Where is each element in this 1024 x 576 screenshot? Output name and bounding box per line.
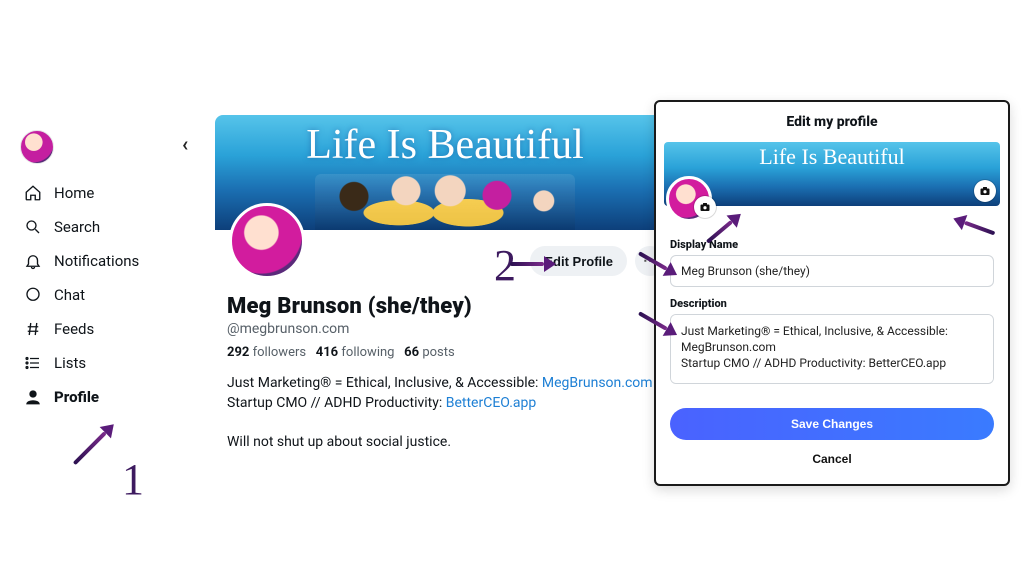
nav-feeds[interactable]: Feeds	[20, 314, 190, 344]
edit-profile-modal: Edit my profile Life Is Beautiful Displa…	[654, 100, 1010, 486]
bell-icon	[24, 252, 42, 270]
followers-count[interactable]: 292	[227, 345, 249, 360]
cancel-button[interactable]: Cancel	[656, 446, 1008, 472]
edit-profile-button[interactable]: Edit Profile	[530, 246, 627, 276]
description-label: Description	[670, 297, 994, 310]
nav-label: Profile	[54, 388, 99, 406]
nav-label: Search	[54, 218, 100, 236]
profile-counts: 292 followers 416 following 66 posts	[227, 345, 663, 360]
modal-title: Edit my profile	[656, 102, 1008, 138]
banner-photo	[315, 174, 575, 230]
list-icon	[24, 354, 42, 372]
bio-link[interactable]: MegBrunson.com	[542, 375, 653, 391]
hash-icon	[24, 320, 42, 338]
bio-link[interactable]: BetterCEO.app	[446, 395, 537, 411]
save-button[interactable]: Save Changes	[670, 408, 994, 440]
nav-label: Lists	[54, 354, 86, 372]
profile-bio: Just Marketing® = Ethical, Inclusive, & …	[227, 374, 663, 452]
search-icon	[24, 218, 42, 236]
camera-icon	[699, 201, 711, 213]
display-name: Meg Brunson (she/they)	[227, 294, 663, 319]
camera-avatar-button[interactable]	[694, 196, 716, 218]
camera-banner-button[interactable]	[974, 180, 996, 202]
back-button[interactable]: ‹	[182, 132, 188, 156]
following-count[interactable]: 416	[316, 345, 338, 360]
handle: @megbrunson.com	[227, 321, 663, 337]
banner-text: Life Is Beautiful	[306, 121, 584, 169]
nav-label: Feeds	[54, 320, 94, 338]
primary-nav: Home Search Notifications Chat Feeds	[20, 178, 190, 412]
annotation-step-1: 1	[122, 454, 144, 505]
home-icon	[24, 184, 42, 202]
nav-notifications[interactable]: Notifications	[20, 246, 190, 276]
nav-chat[interactable]: Chat	[20, 280, 190, 310]
nav-profile[interactable]: Profile	[20, 382, 190, 412]
profile-avatar[interactable]	[229, 203, 305, 279]
nav-label: Home	[54, 184, 94, 202]
sidebar: Home Search Notifications Chat Feeds	[20, 130, 190, 412]
profile-icon	[24, 388, 42, 406]
posts-count[interactable]: 66	[404, 345, 419, 360]
avatar[interactable]	[20, 130, 54, 164]
profile-card: Life Is Beautiful Edit Profile ⋯ Meg Bru…	[215, 115, 675, 472]
nav-search[interactable]: Search	[20, 212, 190, 242]
modal-banner[interactable]: Life Is Beautiful	[664, 142, 1000, 206]
annotation-arrow	[69, 419, 120, 470]
nav-lists[interactable]: Lists	[20, 348, 190, 378]
chat-icon	[24, 286, 42, 304]
nav-label: Notifications	[54, 252, 139, 270]
display-name-input[interactable]	[670, 255, 994, 287]
camera-icon	[979, 185, 991, 197]
description-input[interactable]	[670, 314, 994, 384]
nav-home[interactable]: Home	[20, 178, 190, 208]
nav-label: Chat	[54, 286, 85, 304]
display-name-label: Display Name	[670, 238, 994, 251]
